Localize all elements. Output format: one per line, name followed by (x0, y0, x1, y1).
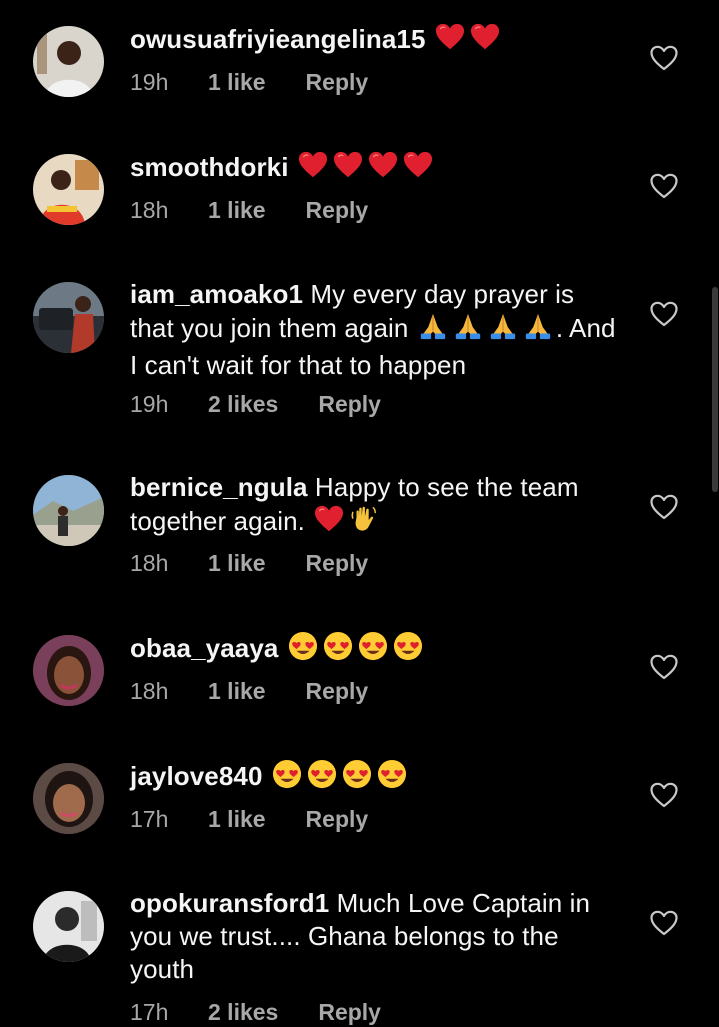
comment-time: 18h (130, 549, 169, 576)
heart-eyes-icon (321, 631, 355, 669)
comment-time: 19h (130, 68, 169, 95)
avatar[interactable] (33, 154, 104, 225)
folded-hands-icon (416, 311, 450, 349)
comment-meta: 18h 1 like Reply (130, 195, 368, 225)
comment-time: 18h (130, 196, 169, 223)
avatar[interactable] (33, 282, 104, 353)
reply-button[interactable]: Reply (306, 678, 369, 705)
heart-eyes-icon (356, 631, 390, 669)
comment-likes[interactable]: 2 likes (208, 391, 278, 418)
comment-body: iam_amoako1 My every day prayer is that … (130, 278, 620, 382)
comment-time: 19h (130, 390, 169, 417)
like-heart-icon[interactable] (649, 908, 679, 938)
red-heart-icon (433, 22, 467, 60)
like-heart-icon[interactable] (649, 492, 679, 522)
comment-username[interactable]: bernice_ngula (130, 472, 308, 502)
comment-username[interactable]: opokuransford1 (130, 888, 329, 918)
comment-likes[interactable]: 1 like (208, 197, 266, 224)
avatar[interactable] (33, 635, 104, 706)
like-heart-icon[interactable] (649, 43, 679, 73)
heart-eyes-icon (375, 759, 409, 797)
comment-likes[interactable]: 1 like (208, 806, 266, 833)
comment-time: 18h (130, 677, 169, 704)
heart-eyes-icon (286, 631, 320, 669)
like-heart-icon[interactable] (649, 171, 679, 201)
reply-button[interactable]: Reply (306, 806, 369, 833)
avatar[interactable] (33, 475, 104, 546)
avatar[interactable] (33, 763, 104, 834)
red-heart-icon (296, 150, 330, 188)
reply-button[interactable]: Reply (306, 197, 369, 224)
comment-likes[interactable]: 1 like (208, 550, 266, 577)
comment-meta: 19h 2 likes Reply (130, 389, 381, 419)
comment-likes[interactable]: 1 like (208, 678, 266, 705)
folded-hands-icon (521, 311, 555, 349)
like-heart-icon[interactable] (649, 299, 679, 329)
reply-button[interactable]: Reply (306, 69, 369, 96)
scrollbar[interactable] (712, 287, 718, 492)
like-heart-icon[interactable] (649, 652, 679, 682)
comment-body: jaylove840 (130, 759, 620, 797)
comment-body: opokuransford1 Much Love Captain in you … (130, 887, 620, 986)
heart-eyes-icon (340, 759, 374, 797)
comment-username[interactable]: iam_amoako1 (130, 279, 303, 309)
heart-eyes-icon (391, 631, 425, 669)
like-heart-icon[interactable] (649, 780, 679, 810)
comment-username[interactable]: owusuafriyieangelina15 (130, 24, 426, 54)
reply-button[interactable]: Reply (306, 550, 369, 577)
comment-body: owusuafriyieangelina15 (130, 22, 620, 60)
avatar[interactable] (33, 26, 104, 97)
comment-meta: 18h 1 like Reply (130, 548, 368, 578)
waving-hand-icon (347, 504, 381, 542)
comment-likes[interactable]: 2 likes (208, 999, 278, 1026)
red-heart-icon (312, 504, 346, 542)
comment-username[interactable]: smoothdorki (130, 152, 289, 182)
avatar[interactable] (33, 891, 104, 962)
comment-meta: 18h 1 like Reply (130, 676, 368, 706)
comment-body: obaa_yaaya (130, 631, 620, 669)
red-heart-icon (366, 150, 400, 188)
comment-likes[interactable]: 1 like (208, 69, 266, 96)
comment-body: smoothdorki (130, 150, 620, 188)
heart-eyes-icon (305, 759, 339, 797)
folded-hands-icon (486, 311, 520, 349)
comment-time: 17h (130, 805, 169, 832)
comment-username[interactable]: jaylove840 (130, 761, 263, 791)
red-heart-icon (401, 150, 435, 188)
comment-meta: 17h 1 like Reply (130, 804, 368, 834)
heart-eyes-icon (270, 759, 304, 797)
folded-hands-icon (451, 311, 485, 349)
comment-time: 17h (130, 998, 169, 1025)
reply-button[interactable]: Reply (318, 391, 381, 418)
comment-username[interactable]: obaa_yaaya (130, 633, 278, 663)
red-heart-icon (468, 22, 502, 60)
comment-body: bernice_ngula Happy to see the team toge… (130, 471, 620, 542)
red-heart-icon (331, 150, 365, 188)
reply-button[interactable]: Reply (318, 999, 381, 1026)
comment-meta: 17h 2 likes Reply (130, 997, 381, 1027)
comment-meta: 19h 1 like Reply (130, 67, 368, 97)
